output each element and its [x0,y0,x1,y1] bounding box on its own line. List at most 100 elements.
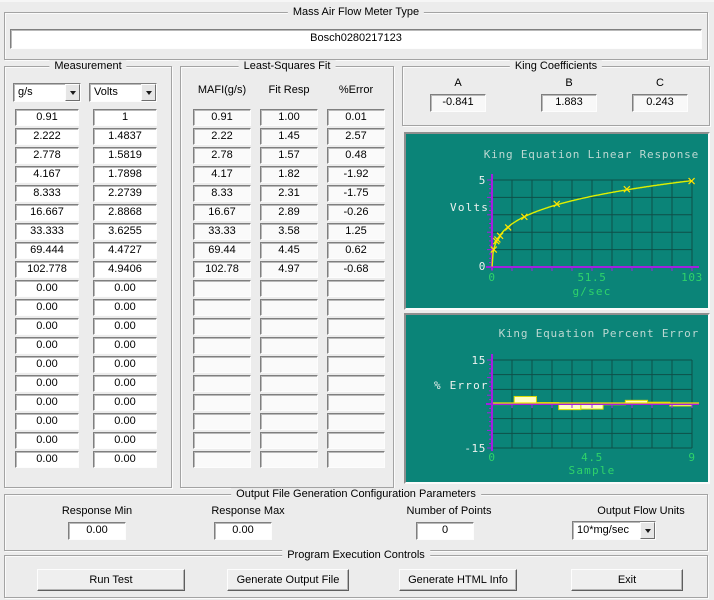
measurement-response-field[interactable]: 0.00 [93,280,157,297]
fit-error-cell: -0.26 [327,204,385,221]
least-squares-group: Least-Squares Fit MAFI(g/s) Fit Resp %Er… [180,66,394,488]
output-flow-units-label: Output Flow Units [597,505,684,517]
fit-error-cell [327,451,385,468]
chevron-down-icon [70,91,76,95]
measurement-response-field[interactable]: 0.00 [93,451,157,468]
king-coefficients-group-title: King Coefficients [510,60,602,72]
measurement-flow-field[interactable]: 33.333 [15,223,79,240]
response-units-select[interactable]: Volts [89,83,157,102]
output-flow-units-select[interactable]: 10*mg/sec [572,521,656,540]
coefficient-c-value: 0.243 [632,94,688,112]
svg-text:15: 15 [472,354,486,367]
measurement-group-title: Measurement [49,60,126,72]
fit-maf-cell [193,299,251,316]
measurement-response-field[interactable]: 0.00 [93,432,157,449]
measurement-response-field[interactable]: 0.00 [93,375,157,392]
response-min-label: Response Min [62,505,132,517]
fit-maf-column: 0.912.222.784.178.3316.6733.3369.44102.7… [193,109,251,468]
maf-analyzer-window: Mass Air Flow Meter Type Bosch0280217123… [0,0,714,600]
fit-error-cell [327,432,385,449]
fit-response-cell: 2.89 [260,204,318,221]
measurement-flow-field[interactable]: 0.00 [15,413,79,430]
fit-error-cell: -1.92 [327,166,385,183]
measurement-flow-field[interactable]: 0.00 [15,375,79,392]
svg-text:0: 0 [488,271,495,284]
run-test-button[interactable]: Run Test [37,569,185,591]
measurement-response-field[interactable]: 1.5819 [93,147,157,164]
svg-text:Volts: Volts [450,201,489,214]
measurement-flow-field[interactable]: 69.444 [15,242,79,259]
measurement-response-field[interactable]: 1 [93,109,157,126]
fit-response-cell [260,337,318,354]
measurement-flow-field[interactable]: 2.222 [15,128,79,145]
measurement-flow-field[interactable]: 0.00 [15,299,79,316]
measurement-response-field[interactable]: 1.7898 [93,166,157,183]
measurement-flow-field[interactable]: 2.778 [15,147,79,164]
measurement-response-field[interactable]: 0.00 [93,356,157,373]
svg-text:51.5: 51.5 [578,271,607,284]
measurement-flow-field[interactable]: 102.778 [15,261,79,278]
fit-maf-cell: 102.78 [193,261,251,278]
fit-response-column: 1.001.451.571.822.312.893.584.454.97 [260,109,318,468]
exit-button[interactable]: Exit [571,569,683,591]
measurement-flow-field[interactable]: 0.91 [15,109,79,126]
measurement-flow-field[interactable]: 4.167 [15,166,79,183]
dropdown-arrow-icon[interactable] [141,84,156,101]
fit-maf-cell [193,375,251,392]
fit-response-cell [260,280,318,297]
fit-response-cell [260,318,318,335]
measurement-response-field[interactable]: 3.6255 [93,223,157,240]
response-min-input[interactable]: 0.00 [68,522,126,540]
measurement-response-field[interactable]: 0.00 [93,394,157,411]
fit-response-cell [260,394,318,411]
measurement-flow-field[interactable]: 8.333 [15,185,79,202]
measurement-flow-field[interactable]: 16.667 [15,204,79,221]
response-max-input[interactable]: 0.00 [214,522,272,540]
fit-error-cell: 0.48 [327,147,385,164]
svg-text:King Equation Percent Error: King Equation Percent Error [499,327,699,340]
svg-text:g/sec: g/sec [572,285,611,298]
fit-maf-cell: 2.22 [193,128,251,145]
maf-type-input[interactable]: Bosch0280217123 [10,29,702,49]
fit-maf-cell [193,413,251,430]
fit-response-cell: 1.57 [260,147,318,164]
measurement-flow-field[interactable]: 0.00 [15,337,79,354]
measurement-response-field[interactable]: 2.8868 [93,204,157,221]
measurement-response-field[interactable]: 0.00 [93,413,157,430]
fit-maf-cell [193,451,251,468]
measurement-flow-field[interactable]: 0.00 [15,451,79,468]
generate-output-file-button[interactable]: Generate Output File [227,569,349,591]
flow-units-select[interactable]: g/s [13,83,81,102]
fit-maf-cell [193,356,251,373]
measurement-flow-field[interactable]: 0.00 [15,432,79,449]
fit-maf-cell [193,432,251,449]
fit-error-cell: 2.57 [327,128,385,145]
measurement-flow-field[interactable]: 0.00 [15,280,79,297]
measurement-response-field[interactable]: 2.2739 [93,185,157,202]
measurement-flow-field[interactable]: 0.00 [15,318,79,335]
number-of-points-input[interactable]: 0 [416,522,474,540]
measurement-response-field[interactable]: 4.4727 [93,242,157,259]
fit-response-cell: 2.31 [260,185,318,202]
dropdown-arrow-icon[interactable] [640,522,655,539]
measurement-response-field[interactable]: 4.9406 [93,261,157,278]
linear-response-chart: King Equation Linear Response50Volts051.… [404,132,710,310]
fit-error-cell: 1.25 [327,223,385,240]
measurement-response-field[interactable]: 0.00 [93,337,157,354]
measurement-response-field[interactable]: 1.4837 [93,128,157,145]
program-controls-group: Program Execution Controls Run Test Gene… [4,555,708,598]
svg-text:% Error: % Error [434,379,489,392]
chevron-down-icon [146,91,152,95]
generate-html-info-button[interactable]: Generate HTML Info [399,569,517,591]
dropdown-arrow-icon[interactable] [65,84,80,101]
measurement-flow-field[interactable]: 0.00 [15,394,79,411]
measurement-response-field[interactable]: 0.00 [93,318,157,335]
fit-error-cell: 0.62 [327,242,385,259]
fit-response-cell [260,299,318,316]
measurement-response-field[interactable]: 0.00 [93,299,157,316]
fit-response-cell: 1.00 [260,109,318,126]
measurement-flow-field[interactable]: 0.00 [15,356,79,373]
svg-text:0: 0 [488,451,495,464]
least-squares-group-title: Least-Squares Fit [239,60,336,72]
fit-maf-cell: 0.91 [193,109,251,126]
